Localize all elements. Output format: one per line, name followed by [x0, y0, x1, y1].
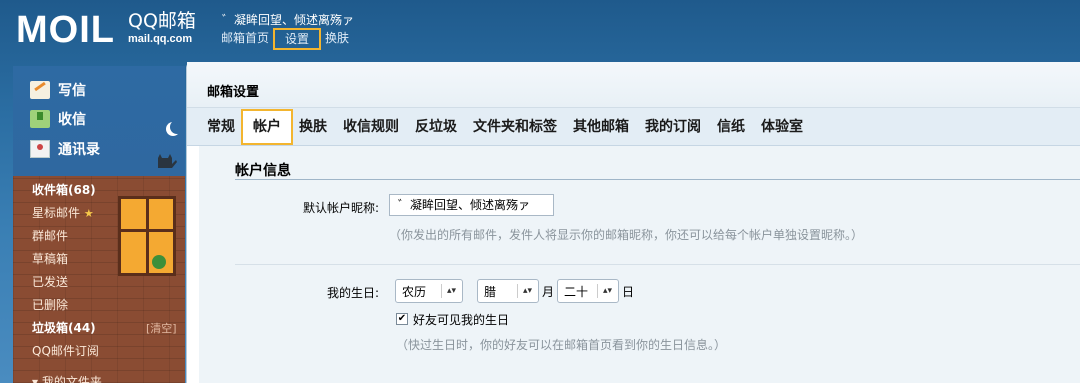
cat-icon — [158, 154, 177, 168]
section-title: 帐户信息 — [235, 163, 291, 179]
tab-subscriptions[interactable]: 我的订阅 — [645, 117, 701, 137]
compose-icon — [30, 81, 50, 99]
folder-drafts[interactable]: 草稿箱 — [32, 251, 68, 267]
tab-other-mailboxes[interactable]: 其他邮箱 — [573, 117, 629, 137]
tab-skin[interactable]: 换肤 — [299, 117, 327, 137]
receive-icon — [30, 110, 50, 128]
compose-button[interactable]: 写信 — [30, 80, 86, 100]
nickname-hint: （你发出的所有邮件，发件人将显示你的邮箱昵称，你还可以给每个帐户单独设置昵称。） — [389, 228, 864, 242]
folder-inbox[interactable]: 收件箱(68) — [32, 182, 96, 198]
folder-group[interactable]: 群邮件 — [32, 228, 68, 244]
birthday-label: 我的生日: — [326, 286, 379, 300]
calendar-type-value: 农历 — [402, 284, 427, 299]
birthday-hint: （快过生日时，你的好友可以在邮箱首页看到你的生日信息。） — [396, 338, 727, 352]
tab-rules[interactable]: 收信规则 — [343, 117, 399, 137]
nav-mail-home[interactable]: 邮箱首页 — [218, 30, 272, 48]
nav-skin[interactable]: 换肤 — [322, 30, 352, 48]
account-content: 帐户信息 默认帐户昵称: ゛凝眸回望、倾述离殇ァ （你发出的所有邮件，发件人将显… — [199, 146, 1080, 383]
brand-url: mail.qq.com — [128, 33, 193, 45]
top-nav: 邮箱首页 设置 换肤 — [218, 28, 352, 50]
brand-name: QQ邮箱 — [128, 10, 196, 32]
lit-window-decoration — [118, 196, 176, 276]
tab-stationery[interactable]: 信纸 — [717, 117, 745, 137]
star-icon: ★ — [83, 207, 94, 220]
nickname-label: 默认帐户昵称: — [302, 201, 379, 215]
month-select[interactable]: 腊 ▴▾ — [477, 279, 539, 303]
settings-panel: 邮箱设置 常规 帐户 换肤 收信规则 反垃圾 文件夹和标签 其他邮箱 我的订阅 … — [186, 62, 1080, 383]
folder-deleted[interactable]: 已删除 — [32, 297, 68, 313]
contacts-label: 通讯录 — [58, 142, 100, 158]
select-arrow-icon: ▴▾ — [596, 284, 612, 298]
day-value: 二十 — [564, 284, 589, 299]
section-divider — [235, 179, 1080, 180]
folder-starred[interactable]: 星标邮件 ★ — [32, 205, 94, 222]
select-arrow-icon: ▴▾ — [516, 284, 532, 298]
qqmail-logo[interactable]: MOIL — [16, 10, 115, 50]
select-arrow-icon: ▴▾ — [440, 284, 456, 298]
contacts-icon — [30, 140, 50, 158]
chevron-icon: ▾ — [32, 375, 39, 383]
compose-label: 写信 — [58, 83, 86, 99]
tab-general[interactable]: 常规 — [207, 117, 235, 137]
folder-my-folders[interactable]: ▾ 我的文件夹 — [32, 374, 102, 383]
month-unit: 月 — [542, 285, 555, 299]
receive-button[interactable]: 收信 — [30, 109, 86, 129]
tab-folders-labels[interactable]: 文件夹和标签 — [473, 117, 557, 137]
brand: QQ邮箱 mail.qq.com — [128, 10, 196, 46]
friends-visible-label[interactable]: 好友可见我的生日 — [413, 311, 509, 328]
moon-icon — [170, 120, 184, 134]
page-title: 邮箱设置 — [207, 85, 260, 100]
day-select[interactable]: 二十 ▴▾ — [557, 279, 619, 303]
calendar-type-select[interactable]: 农历 ▴▾ — [395, 279, 463, 303]
tab-antispam[interactable]: 反垃圾 — [415, 117, 457, 137]
user-nickname: ゛凝眸回望、倾述离殇ァ — [222, 13, 355, 27]
plant-decoration — [152, 255, 166, 269]
folder-spam[interactable]: 垃圾箱(44) — [32, 320, 96, 336]
folder-my-folders-label: 我的文件夹 — [41, 375, 102, 383]
nickname-input[interactable]: ゛凝眸回望、倾述离殇ァ — [389, 194, 554, 216]
clear-spam-link[interactable]: [清空] — [146, 320, 177, 336]
contacts-button[interactable]: 通讯录 — [30, 139, 100, 159]
nav-settings[interactable]: 设置 — [273, 28, 322, 50]
month-value: 腊 — [484, 284, 497, 299]
divider — [235, 264, 1080, 265]
receive-label: 收信 — [58, 112, 86, 128]
day-unit: 日 — [622, 285, 635, 299]
tab-account[interactable]: 帐户 — [241, 108, 293, 145]
friends-visible-checkbox[interactable]: ✔ — [396, 313, 408, 325]
settings-tabs: 常规 帐户 换肤 收信规则 反垃圾 文件夹和标签 其他邮箱 我的订阅 信纸 体验… — [187, 108, 1080, 146]
folder-sent[interactable]: 已发送 — [32, 274, 68, 290]
folder-starred-label: 星标邮件 — [32, 206, 81, 220]
panel-header — [187, 62, 1080, 108]
tab-lab[interactable]: 体验室 — [761, 117, 803, 137]
folder-subscriptions[interactable]: QQ邮件订阅 — [32, 343, 99, 359]
